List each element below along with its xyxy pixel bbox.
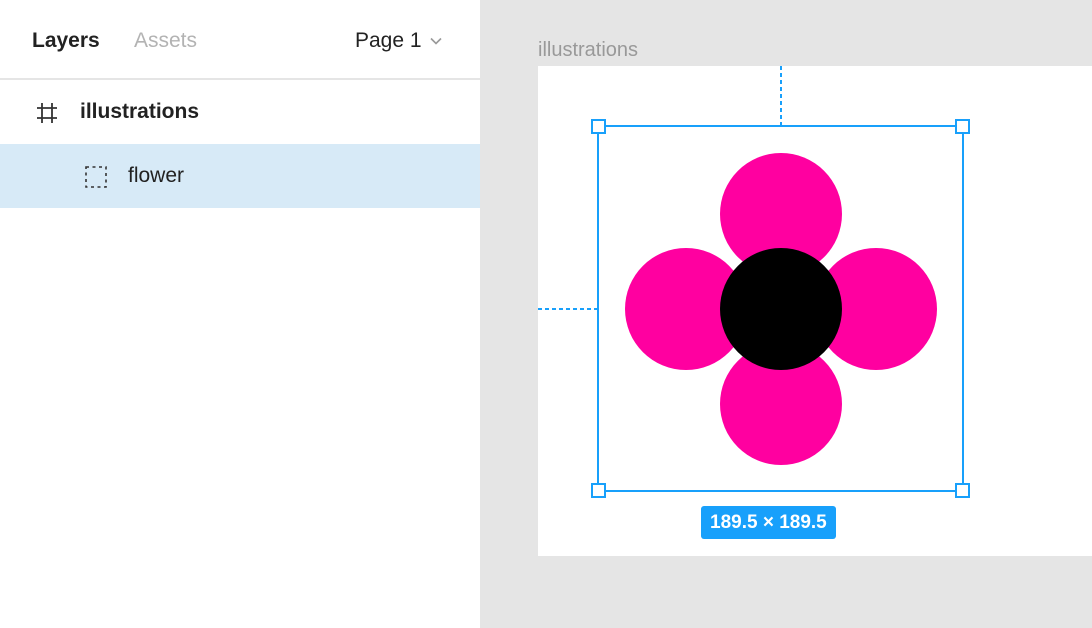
resize-handle-top-left[interactable]	[591, 119, 606, 134]
resize-handle-bottom-left[interactable]	[591, 483, 606, 498]
resize-handle-top-right[interactable]	[955, 119, 970, 134]
resize-handle-bottom-right[interactable]	[955, 483, 970, 498]
frame-hash-icon	[37, 103, 57, 123]
panel-tab-bar: Layers Assets Page 1	[0, 0, 480, 80]
size-badge: 189.5 × 189.5	[701, 506, 836, 539]
layer-row-illustrations[interactable]: illustrations	[0, 80, 480, 144]
layer-row-flower[interactable]: flower	[0, 144, 480, 208]
tab-assets[interactable]: Assets	[134, 27, 197, 55]
tab-layers[interactable]: Layers	[32, 27, 100, 55]
layers-panel: Layers Assets Page 1 illustrations flowe…	[0, 0, 480, 628]
page-selector[interactable]: Page 1	[355, 27, 442, 55]
flower-center	[720, 248, 842, 370]
chevron-down-icon	[429, 37, 442, 45]
canvas[interactable]: illustrations 189.5 × 189.5	[480, 0, 1092, 628]
layer-label-illustrations: illustrations	[80, 100, 200, 123]
layer-label-flower: flower	[128, 164, 185, 187]
flower-graphic[interactable]	[625, 153, 937, 465]
page-selector-label: Page 1	[355, 29, 422, 52]
group-dashed-square-icon	[85, 166, 107, 188]
